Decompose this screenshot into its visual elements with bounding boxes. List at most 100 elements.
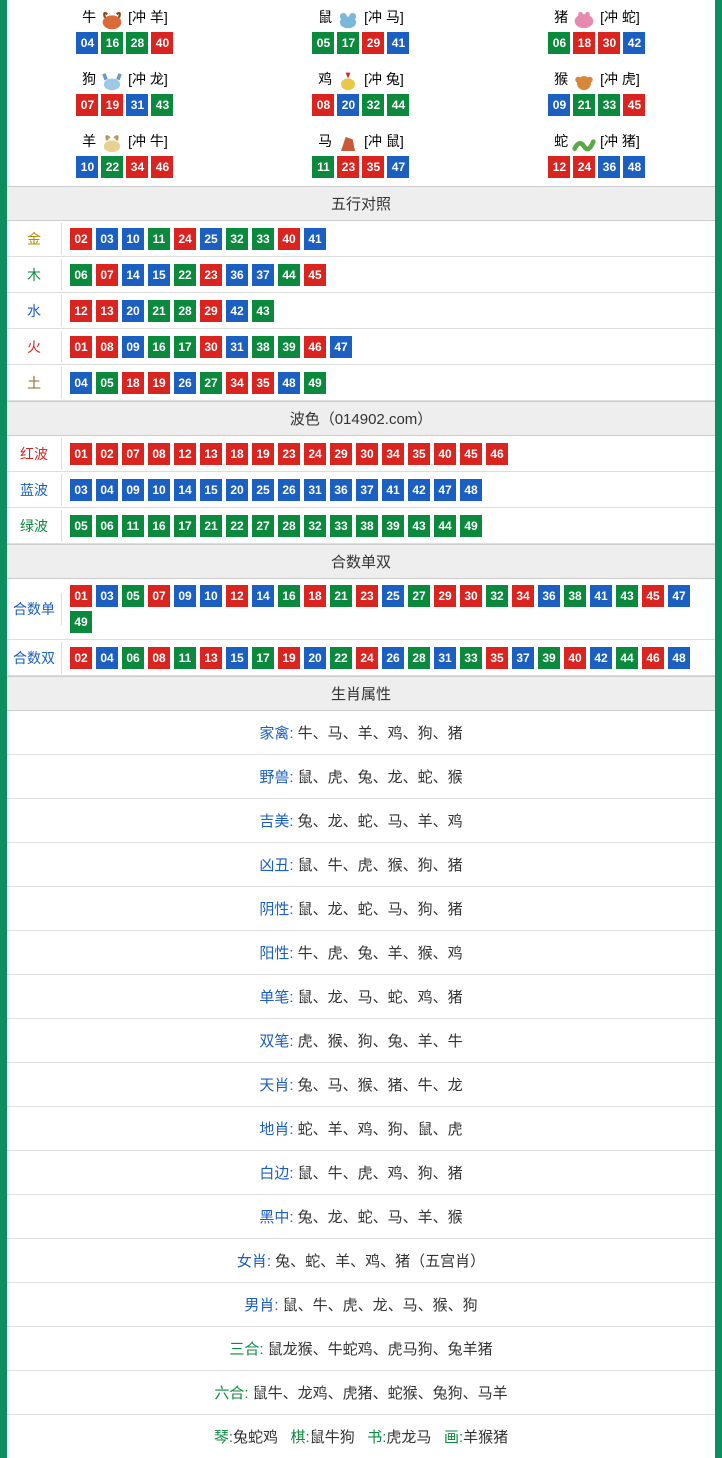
- attr-value: 兔、龙、蛇、马、羊、猴: [298, 1209, 463, 1226]
- zodiac-cell: 狗 [冲 龙] 07193143: [7, 62, 243, 124]
- number-chip: 34: [512, 585, 534, 607]
- number-chip: 17: [174, 336, 196, 358]
- number-chip: 25: [200, 228, 222, 250]
- attr-label: 女肖:: [237, 1253, 271, 1270]
- zodiac-cell: 马 [冲 鼠] 11233547: [243, 124, 479, 186]
- zodiac-cell: 蛇 [冲 猪] 12243648: [479, 124, 715, 186]
- data-row: 蓝波03040910141520252631363741424748: [7, 472, 715, 508]
- number-chip: 10: [122, 228, 144, 250]
- number-chip: 13: [200, 647, 222, 669]
- goat-icon: [98, 130, 126, 152]
- number-chip: 41: [387, 32, 409, 54]
- number-chip: 28: [174, 300, 196, 322]
- number-chip: 41: [304, 228, 326, 250]
- number-chip: 18: [573, 32, 595, 54]
- attr-row: 天肖: 兔、马、猴、猪、牛、龙: [7, 1063, 715, 1107]
- attr-row: 单笔: 鼠、龙、马、蛇、鸡、猪: [7, 975, 715, 1019]
- horse-icon: [334, 130, 362, 152]
- attr-label: 单笔:: [259, 989, 293, 1006]
- attr-row: 六合: 鼠牛、龙鸡、虎猪、蛇猴、兔狗、马羊: [7, 1371, 715, 1415]
- number-chip: 23: [356, 585, 378, 607]
- number-chip: 36: [330, 479, 352, 501]
- number-chip: 32: [362, 94, 384, 116]
- data-row: 合数双0204060811131517192022242628313335373…: [7, 640, 715, 676]
- attr-value: 鼠、牛、虎、鸡、狗、猪: [298, 1165, 463, 1182]
- attr-row: 吉美: 兔、龙、蛇、马、羊、鸡: [7, 799, 715, 843]
- number-chip: 11: [312, 156, 334, 178]
- monkey-icon: [570, 68, 598, 90]
- wave-header: 波色（014902.com）: [7, 401, 715, 436]
- number-chip: 12: [70, 300, 92, 322]
- wuxing-rows: 金02031011242532334041木060714152223363744…: [7, 221, 715, 401]
- number-chip: 33: [330, 515, 352, 537]
- number-chip: 29: [434, 585, 456, 607]
- zodiac-nums: 12243648: [479, 156, 715, 178]
- number-chip: 22: [174, 264, 196, 286]
- number-chip: 33: [598, 94, 620, 116]
- number-chip: 16: [101, 32, 123, 54]
- number-chip: 42: [226, 300, 248, 322]
- row-label: 土: [7, 367, 62, 399]
- data-row: 水1213202128294243: [7, 293, 715, 329]
- number-chip: 12: [174, 443, 196, 465]
- number-chip: 20: [304, 647, 326, 669]
- number-chip: 24: [304, 443, 326, 465]
- row-label: 合数单: [7, 593, 62, 625]
- row-nums: 02031011242532334041: [62, 222, 715, 256]
- number-chip: 47: [668, 585, 690, 607]
- zodiac-label: 猪 [冲 蛇]: [554, 6, 640, 28]
- footer-value: 虎龙马: [386, 1429, 431, 1446]
- attr-header: 生肖属性: [7, 676, 715, 711]
- number-chip: 45: [460, 443, 482, 465]
- attr-row: 家禽: 牛、马、羊、鸡、狗、猪: [7, 711, 715, 755]
- attr-label: 凶丑:: [259, 857, 293, 874]
- number-chip: 14: [122, 264, 144, 286]
- number-chip: 43: [616, 585, 638, 607]
- zodiac-label: 羊 [冲 牛]: [82, 130, 168, 152]
- number-chip: 24: [573, 156, 595, 178]
- attr-label: 野兽:: [259, 769, 293, 786]
- data-row: 绿波05061116172122272832333839434449: [7, 508, 715, 544]
- number-chip: 39: [538, 647, 560, 669]
- snake-icon: [570, 130, 598, 152]
- zodiac-label: 猴 [冲 虎]: [554, 68, 640, 90]
- row-label: 红波: [7, 438, 62, 470]
- number-chip: 29: [330, 443, 352, 465]
- number-chip: 15: [200, 479, 222, 501]
- attr-label: 阴性:: [259, 901, 293, 918]
- number-chip: 48: [623, 156, 645, 178]
- attr-label: 地肖:: [259, 1121, 293, 1138]
- zodiac-label: 马 [冲 鼠]: [318, 130, 404, 152]
- number-chip: 20: [226, 479, 248, 501]
- zodiac-conflict: [冲 蛇]: [600, 7, 640, 27]
- row-nums: 04051819262734354849: [62, 366, 715, 400]
- number-chip: 17: [174, 515, 196, 537]
- number-chip: 36: [598, 156, 620, 178]
- footer-label: 书:: [367, 1429, 386, 1446]
- zodiac-nums: 11233547: [243, 156, 479, 178]
- dog-icon: [98, 68, 126, 90]
- number-chip: 07: [96, 264, 118, 286]
- attr-label: 黑中:: [259, 1209, 293, 1226]
- attr-value: 鼠龙猴、牛蛇鸡、虎马狗、兔羊猪: [268, 1341, 493, 1358]
- data-row: 金02031011242532334041: [7, 221, 715, 257]
- number-chip: 05: [96, 372, 118, 394]
- number-chip: 22: [330, 647, 352, 669]
- number-chip: 38: [564, 585, 586, 607]
- number-chip: 48: [460, 479, 482, 501]
- number-chip: 45: [642, 585, 664, 607]
- attr-value: 鼠、龙、马、蛇、鸡、猪: [298, 989, 463, 1006]
- number-chip: 48: [278, 372, 300, 394]
- number-chip: 22: [226, 515, 248, 537]
- zodiac-nums: 08203244: [243, 94, 479, 116]
- zodiac-conflict: [冲 马]: [364, 7, 404, 27]
- number-chip: 38: [252, 336, 274, 358]
- attr-row: 男肖: 鼠、牛、虎、龙、马、猴、狗: [7, 1283, 715, 1327]
- number-chip: 01: [70, 336, 92, 358]
- number-chip: 30: [200, 336, 222, 358]
- attr-rows: 家禽: 牛、马、羊、鸡、狗、猪野兽: 鼠、虎、兔、龙、蛇、猴吉美: 兔、龙、蛇、…: [7, 711, 715, 1415]
- number-chip: 38: [356, 515, 378, 537]
- data-row: 土04051819262734354849: [7, 365, 715, 401]
- number-chip: 08: [148, 647, 170, 669]
- number-chip: 23: [337, 156, 359, 178]
